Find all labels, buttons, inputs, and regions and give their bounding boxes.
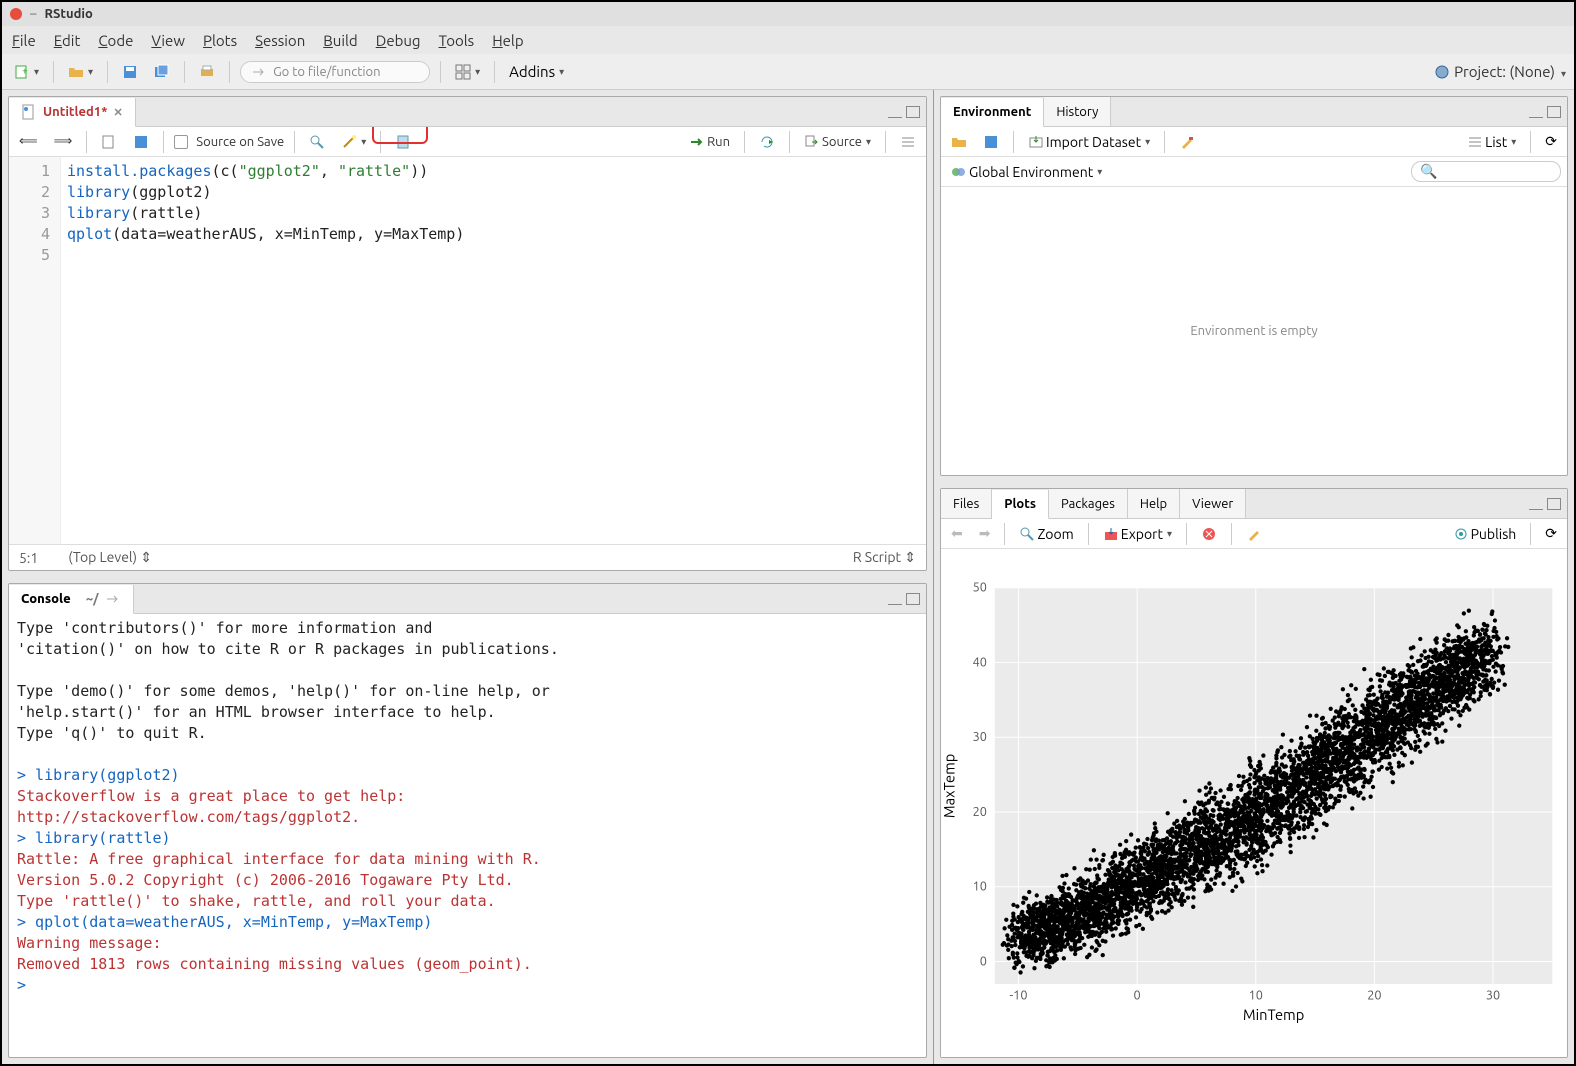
close-icon[interactable] xyxy=(10,8,22,20)
window-titlebar: – RStudio xyxy=(2,2,1574,26)
save-button[interactable] xyxy=(118,62,142,82)
tab-packages[interactable]: Packages xyxy=(1049,489,1128,518)
menu-edit[interactable]: Edit xyxy=(54,32,81,49)
save-workspace-icon[interactable] xyxy=(979,132,1003,152)
menubar: File Edit Code View Plots Session Build … xyxy=(2,26,1574,54)
console-tab[interactable]: Console ~/ xyxy=(9,585,134,614)
menu-tools[interactable]: Tools xyxy=(439,32,475,49)
source-tab[interactable]: Untitled1* ✕ xyxy=(9,98,136,127)
source-on-save-label: Source on Save xyxy=(196,135,284,149)
menu-view[interactable]: View xyxy=(151,32,185,49)
menu-help[interactable]: Help xyxy=(492,32,523,49)
minimize-pane-icon[interactable] xyxy=(888,106,902,118)
source-on-save-checkbox[interactable] xyxy=(174,135,188,149)
new-file-button[interactable]: + xyxy=(10,62,43,82)
plot-next-icon[interactable]: ➡ xyxy=(975,523,995,544)
back-icon[interactable]: ⟸ xyxy=(15,132,42,151)
console-pane: Console ~/ Type 'contributors()' for mor… xyxy=(8,583,927,1058)
rerun-icon[interactable] xyxy=(755,132,779,152)
tab-viewer[interactable]: Viewer xyxy=(1180,489,1246,518)
tab-environment[interactable]: Environment xyxy=(941,98,1044,127)
open-file-button[interactable] xyxy=(64,62,97,82)
publish-button[interactable]: Publish xyxy=(1449,524,1521,544)
clear-plots-icon[interactable] xyxy=(1242,524,1266,544)
tab-plots[interactable]: Plots xyxy=(992,490,1049,519)
env-search-input[interactable]: 🔍 xyxy=(1411,161,1561,182)
remove-plot-icon[interactable] xyxy=(1197,524,1221,544)
goto-file-input[interactable]: Go to file/function xyxy=(240,61,430,83)
plot-canvas: -10010203001020304050MinTempMaxTemp xyxy=(941,549,1567,1057)
menu-plots[interactable]: Plots xyxy=(203,32,237,49)
scope-selector[interactable]: (Top Level) ⇕ xyxy=(68,549,152,566)
clear-workspace-icon[interactable] xyxy=(1175,132,1199,152)
close-tab-icon[interactable]: ✕ xyxy=(114,106,123,119)
menu-build[interactable]: Build xyxy=(323,32,357,49)
save-source-icon[interactable] xyxy=(129,132,153,152)
code-editor[interactable]: install.packages(c("ggplot2", "rattle"))… xyxy=(61,157,926,544)
wand-icon[interactable] xyxy=(337,132,370,152)
maximize-pane-icon[interactable] xyxy=(1547,106,1561,118)
maximize-pane-icon[interactable] xyxy=(906,106,920,118)
tab-history[interactable]: History xyxy=(1044,97,1111,126)
show-in-new-icon[interactable] xyxy=(97,132,121,152)
line-gutter: 12345 xyxy=(9,157,61,544)
grid-button[interactable] xyxy=(451,62,484,82)
minimize-pane-icon[interactable] xyxy=(1529,106,1543,118)
tab-files[interactable]: Files xyxy=(941,489,992,518)
source-pane: Untitled1* ✕ ⟸ ⟹ Source on Save xyxy=(8,96,927,571)
minimize-pane-icon[interactable] xyxy=(888,593,902,605)
popout-icon[interactable] xyxy=(105,591,121,607)
menu-debug[interactable]: Debug xyxy=(376,32,421,49)
menu-file[interactable]: File xyxy=(12,32,36,49)
svg-text:+: + xyxy=(22,65,28,76)
menu-session[interactable]: Session xyxy=(255,32,305,49)
environment-pane: Environment History Import Dataset List … xyxy=(940,96,1568,476)
source-button[interactable]: Source xyxy=(800,132,875,152)
find-icon[interactable] xyxy=(305,132,329,152)
save-all-button[interactable] xyxy=(150,62,174,82)
arrow-icon xyxy=(251,64,267,80)
run-button[interactable]: Run xyxy=(685,132,734,152)
print-button[interactable] xyxy=(195,62,219,82)
plots-pane: Files Plots Packages Help Viewer ⬅ ➡ Zoo… xyxy=(940,488,1568,1058)
refresh-icon[interactable]: ⟳ xyxy=(1541,131,1561,152)
plot-prev-icon[interactable]: ⬅ xyxy=(947,523,967,544)
console-output[interactable]: Type 'contributors()' for more informati… xyxy=(9,614,926,1057)
zoom-button[interactable]: Zoom xyxy=(1015,524,1077,544)
minimize-pane-icon[interactable] xyxy=(1529,498,1543,510)
export-button[interactable]: Export xyxy=(1099,524,1176,544)
env-empty-label: Environment is empty xyxy=(941,187,1567,475)
refresh-plot-icon[interactable]: ⟳ xyxy=(1541,523,1561,544)
list-view-button[interactable]: List xyxy=(1463,132,1520,152)
language-selector[interactable]: R Script ⇕ xyxy=(853,549,916,566)
load-workspace-icon[interactable] xyxy=(947,132,971,152)
addins-button[interactable]: Addins xyxy=(505,61,568,82)
import-dataset-button[interactable]: Import Dataset xyxy=(1024,132,1154,152)
minimize-icon[interactable]: – xyxy=(30,7,36,21)
outline-icon[interactable] xyxy=(896,132,920,152)
forward-icon[interactable]: ⟹ xyxy=(50,132,77,151)
tab-help[interactable]: Help xyxy=(1128,489,1180,518)
rscript-icon xyxy=(21,104,37,120)
project-menu[interactable]: Project: (None) xyxy=(1434,63,1566,80)
maximize-pane-icon[interactable] xyxy=(1547,498,1561,510)
scope-selector[interactable]: Global Environment xyxy=(947,162,1106,182)
window-title: RStudio xyxy=(44,7,92,21)
maximize-pane-icon[interactable] xyxy=(906,593,920,605)
project-icon xyxy=(1434,64,1450,80)
main-toolbar: + Go to file/function Addins Project: (N… xyxy=(2,54,1574,90)
cursor-position: 5:1 xyxy=(19,550,38,566)
menu-code[interactable]: Code xyxy=(98,32,133,49)
